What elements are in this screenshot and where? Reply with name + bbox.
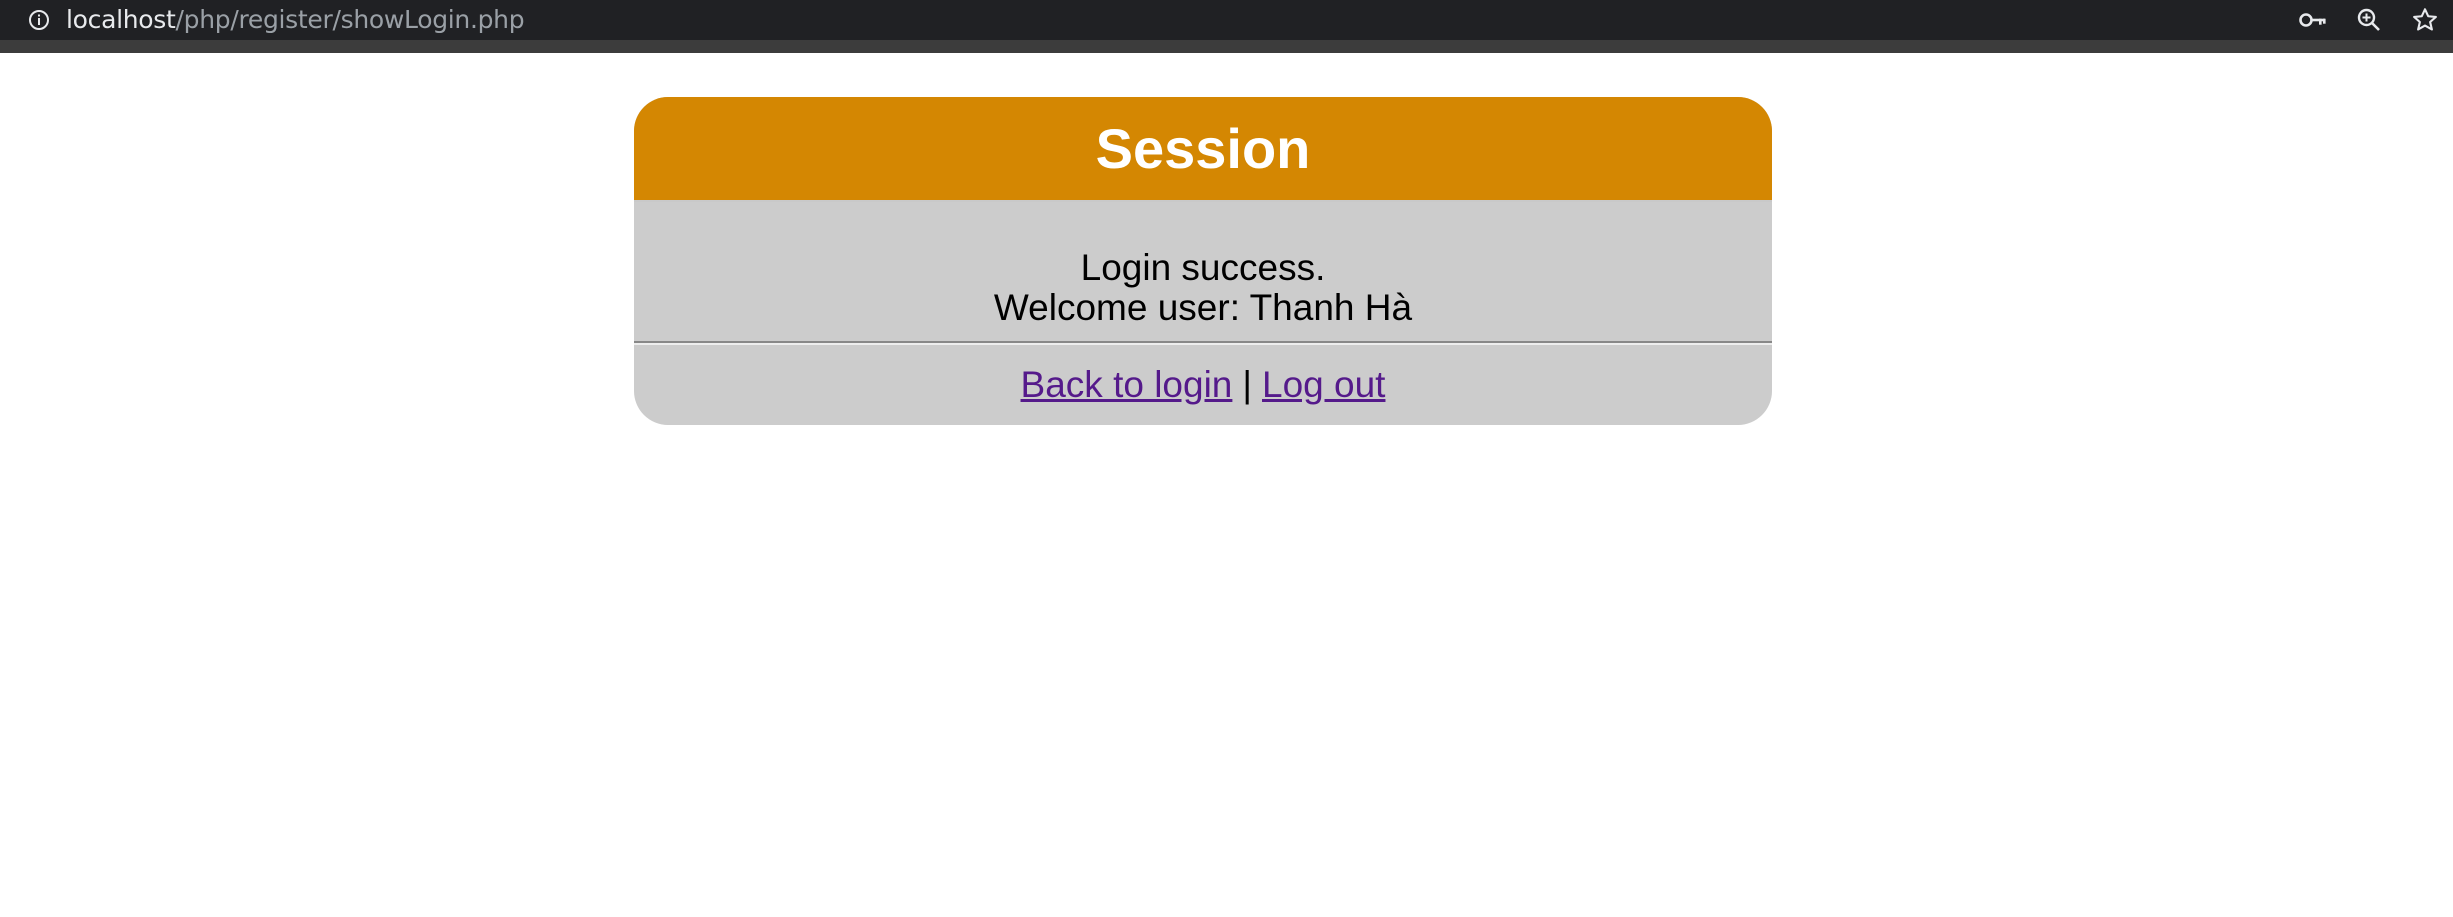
- toolbar-divider: [0, 40, 2453, 53]
- address-bar[interactable]: localhost/php/register/showLogin.php: [26, 0, 525, 40]
- url-text: localhost/php/register/showLogin.php: [66, 0, 525, 40]
- session-card: Session Login success. Welcome user: Tha…: [634, 97, 1772, 425]
- link-separator: |: [1242, 364, 1253, 405]
- zoom-icon[interactable]: [2341, 0, 2397, 40]
- browser-toolbar: localhost/php/register/showLogin.php: [0, 0, 2453, 40]
- url-host: localhost: [66, 5, 176, 34]
- session-footer: Back to login | Log out: [634, 345, 1772, 425]
- session-title: Session: [1095, 117, 1311, 180]
- key-icon[interactable]: [2285, 0, 2341, 40]
- logout-link[interactable]: Log out: [1262, 364, 1385, 406]
- url-path: /php/register/showLogin.php: [175, 5, 525, 34]
- login-status-text: Login success.: [1080, 247, 1326, 288]
- star-icon[interactable]: [2397, 0, 2453, 40]
- info-icon[interactable]: [26, 0, 52, 40]
- session-message: Login success. Welcome user: Thanh Hà: [634, 202, 1772, 341]
- back-to-login-link[interactable]: Back to login: [1021, 364, 1233, 406]
- welcome-text: Welcome user: Thanh Hà: [993, 287, 1413, 328]
- session-header: Session: [634, 97, 1772, 202]
